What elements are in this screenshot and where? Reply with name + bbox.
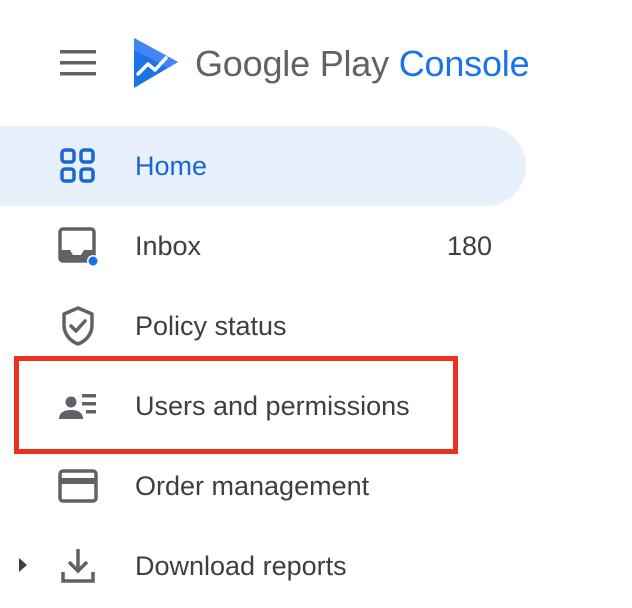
nav-item-home[interactable]: Home [0, 126, 526, 206]
inbox-icon [58, 227, 99, 266]
inbox-count-badge: 180 [446, 231, 492, 261]
expand-arrow-icon[interactable] [16, 555, 30, 575]
nav-item-inbox[interactable]: Inbox 180 [0, 206, 526, 286]
users-list-icon [59, 394, 96, 419]
app-title: Google Play Console [195, 40, 530, 88]
google-play-console-logo [134, 38, 178, 88]
nav-item-users-and-permissions[interactable]: Users and permissions [0, 366, 526, 446]
hamburger-menu-icon[interactable] [56, 46, 100, 80]
notification-dot [88, 256, 98, 266]
nav-label-home: Home [135, 151, 208, 181]
nav-label-download-reports: Download reports [135, 551, 347, 581]
nav-label-policy-status: Policy status [135, 311, 287, 341]
brand-main-text: Google Play [195, 43, 389, 84]
shield-check-icon [62, 306, 94, 346]
nav-label-users-and-permissions: Users and permissions [135, 391, 410, 421]
brand-accent-text: Console [398, 43, 530, 84]
play-console-sidebar: Google Play Console Home Inbox 180 Polic… [0, 0, 632, 608]
download-icon [61, 549, 95, 583]
home-grid-icon [60, 148, 95, 183]
nav-label-order-management: Order management [135, 471, 370, 501]
nav-item-order-management[interactable]: Order management [0, 446, 526, 526]
nav-item-policy-status[interactable]: Policy status [0, 286, 526, 366]
nav-item-download-reports[interactable]: Download reports [0, 526, 526, 606]
credit-card-icon [58, 469, 98, 503]
nav-label-inbox: Inbox [135, 231, 202, 261]
